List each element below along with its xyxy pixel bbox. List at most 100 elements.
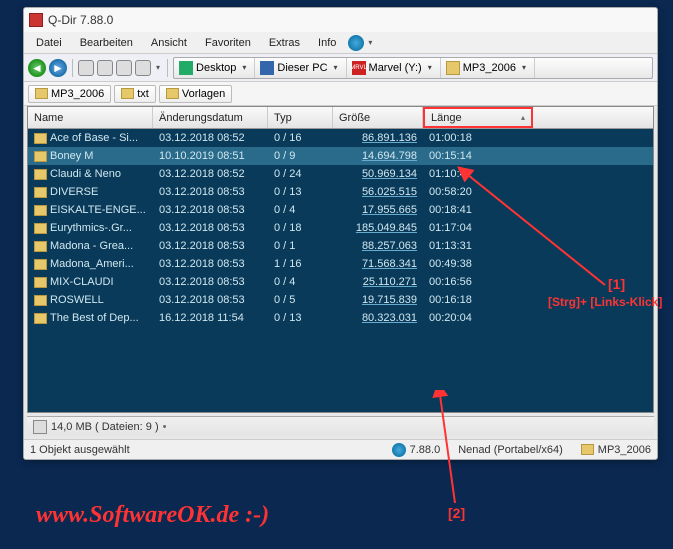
cell-typ: 0 / 9	[268, 149, 333, 163]
cell-size: 50.969.134	[333, 167, 423, 181]
folder-tab-3[interactable]: Vorlagen	[159, 85, 232, 103]
separator	[72, 59, 73, 77]
folder-icon	[581, 444, 594, 455]
folder-icon	[166, 88, 179, 99]
cell-size: 14.694.798	[333, 149, 423, 163]
table-row[interactable]: EISKALTE-ENGE...03.12.2018 08:530 / 417.…	[28, 201, 653, 219]
col-length-highlighted[interactable]: Länge▴	[423, 107, 533, 128]
cell-date: 10.10.2019 08:51	[153, 149, 268, 163]
cell-date: 16.12.2018 11:54	[153, 311, 268, 325]
breadcrumb[interactable]: Desktop ▾ Dieser PC ▾ MRVL Marvel (Y:) ▾…	[173, 57, 653, 79]
file-list[interactable]: Ace of Base - Si...03.12.2018 08:520 / 1…	[28, 129, 653, 412]
cell-size: 71.568.341	[333, 257, 423, 271]
cell-date: 03.12.2018 08:52	[153, 167, 268, 181]
annotation-2: [2]	[448, 505, 465, 521]
status-bar-pane: 14,0 MB ( Dateien: 9 ) •	[27, 416, 654, 436]
folder-icon	[34, 313, 47, 324]
layout-icon-2[interactable]	[97, 60, 113, 76]
col-name[interactable]: Name	[28, 107, 153, 128]
cell-name: The Best of Dep...	[28, 311, 153, 325]
menu-dropdown-icon[interactable]: ▾	[366, 38, 374, 47]
folder-icon	[446, 61, 460, 75]
globe-icon[interactable]	[348, 35, 364, 51]
cell-date: 03.12.2018 08:52	[153, 131, 268, 145]
status-folder: MP3_2006	[598, 444, 651, 456]
table-row[interactable]: Ace of Base - Si...03.12.2018 08:520 / 1…	[28, 129, 653, 147]
bc-label: Marvel (Y:)	[369, 62, 422, 74]
folder-tab-1[interactable]: MP3_2006	[28, 85, 111, 103]
table-row[interactable]: MIX-CLAUDI03.12.2018 08:530 / 425.110.27…	[28, 273, 653, 291]
bc-folder[interactable]: MP3_2006 ▾	[441, 58, 535, 78]
bc-drive[interactable]: MRVL Marvel (Y:) ▾	[347, 58, 441, 78]
cell-length: 01:17:04	[423, 221, 533, 235]
cell-length: 00:16:18	[423, 293, 533, 307]
table-row[interactable]: Madona_Ameri...03.12.2018 08:531 / 1671.…	[28, 255, 653, 273]
cell-name: Madona_Ameri...	[28, 257, 153, 271]
bc-pc[interactable]: Dieser PC ▾	[255, 58, 346, 78]
menu-view[interactable]: Ansicht	[143, 35, 195, 51]
cell-size: 185.049.845	[333, 221, 423, 235]
table-row[interactable]: Madona - Grea...03.12.2018 08:530 / 188.…	[28, 237, 653, 255]
menubar: Datei Bearbeiten Ansicht Favoriten Extra…	[24, 32, 657, 54]
forward-button[interactable]: ►	[49, 59, 67, 77]
menu-info[interactable]: Info	[310, 35, 344, 51]
col-date[interactable]: Änderungsdatum	[153, 107, 268, 128]
cell-name: EISKALTE-ENGE...	[28, 203, 153, 217]
cell-typ: 0 / 18	[268, 221, 333, 235]
status-expand[interactable]: •	[163, 421, 167, 433]
status-chip-icon[interactable]	[33, 420, 47, 434]
column-headers: Name Änderungsdatum Typ Größe Länge▴	[28, 107, 653, 129]
chevron-down-icon[interactable]: ▾	[331, 63, 341, 72]
cell-typ: 0 / 16	[268, 131, 333, 145]
table-row[interactable]: Boney M10.10.2019 08:510 / 914.694.79800…	[28, 147, 653, 165]
cell-name: Eurythmics-.Gr...	[28, 221, 153, 235]
table-row[interactable]: DIVERSE03.12.2018 08:530 / 1356.025.5150…	[28, 183, 653, 201]
toolbar-drop[interactable]: ▾	[154, 63, 162, 72]
folder-icon	[34, 133, 47, 144]
cell-name: Ace of Base - Si...	[28, 131, 153, 145]
drive-icon: MRVL	[352, 61, 366, 75]
cell-date: 03.12.2018 08:53	[153, 185, 268, 199]
app-window: Q-Dir 7.88.0 Datei Bearbeiten Ansicht Fa…	[23, 7, 658, 460]
folder-icon	[34, 187, 47, 198]
annotation-1-text: [Strg]+ [Links-Klick]	[548, 295, 662, 309]
status-version: 7.88.0	[410, 444, 441, 456]
cell-length: 00:58:20	[423, 185, 533, 199]
folder-tab-2[interactable]: txt	[114, 85, 156, 103]
chevron-down-icon[interactable]: ▾	[519, 63, 529, 72]
status-size: 14,0 MB ( Dateien: 9 )	[51, 421, 159, 433]
cell-date: 03.12.2018 08:53	[153, 275, 268, 289]
cell-name: ROSWELL	[28, 293, 153, 307]
layout-icon-4[interactable]	[135, 60, 151, 76]
cell-size: 17.955.665	[333, 203, 423, 217]
toolbar: ◄ ► ▾ Desktop ▾ Dieser PC ▾ MRVL Marvel …	[24, 54, 657, 82]
chevron-down-icon[interactable]: ▾	[239, 63, 249, 72]
chevron-down-icon[interactable]: ▾	[425, 63, 435, 72]
col-typ[interactable]: Typ	[268, 107, 333, 128]
cell-typ: 0 / 13	[268, 185, 333, 199]
cell-typ: 0 / 13	[268, 311, 333, 325]
cell-name: DIVERSE	[28, 185, 153, 199]
cell-size: 56.025.515	[333, 185, 423, 199]
back-button[interactable]: ◄	[28, 59, 46, 77]
annotation-1: [1]	[608, 276, 625, 292]
table-row[interactable]: Claudi & Neno03.12.2018 08:520 / 2450.96…	[28, 165, 653, 183]
cell-size: 25.110.271	[333, 275, 423, 289]
cell-length: 00:49:38	[423, 257, 533, 271]
table-row[interactable]: Eurythmics-.Gr...03.12.2018 08:530 / 181…	[28, 219, 653, 237]
layout-icon-1[interactable]	[78, 60, 94, 76]
titlebar[interactable]: Q-Dir 7.88.0	[24, 8, 657, 32]
layout-icon-3[interactable]	[116, 60, 132, 76]
menu-file[interactable]: Datei	[28, 35, 70, 51]
cell-date: 03.12.2018 08:53	[153, 203, 268, 217]
cell-typ: 1 / 16	[268, 257, 333, 271]
menu-edit[interactable]: Bearbeiten	[72, 35, 141, 51]
table-row[interactable]: The Best of Dep...16.12.2018 11:540 / 13…	[28, 309, 653, 327]
menu-favorites[interactable]: Favoriten	[197, 35, 259, 51]
status-user: Nenad (Portabel/x64)	[458, 444, 563, 456]
bc-desktop[interactable]: Desktop ▾	[174, 58, 255, 78]
menu-extras[interactable]: Extras	[261, 35, 308, 51]
status-selection: 1 Objekt ausgewählt	[30, 444, 374, 456]
cell-typ: 0 / 1	[268, 239, 333, 253]
col-size[interactable]: Größe	[333, 107, 423, 128]
